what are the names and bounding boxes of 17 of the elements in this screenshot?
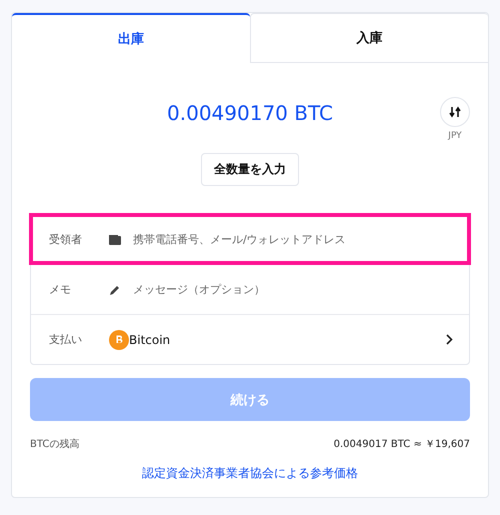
amount: 0.00490170 BTC [167, 101, 333, 125]
max-amount-button[interactable]: 全数量を入力 [201, 153, 299, 186]
balance-value: 0.0049017 BTC ≈ ￥19,607 [334, 438, 470, 451]
currency-label: JPY [448, 131, 462, 141]
bitcoin-icon [109, 330, 129, 350]
reference-price-link[interactable]: 認定資金決済事業者協会による参考価格 [142, 465, 358, 482]
pencil-icon [109, 284, 121, 296]
swap-icon [449, 106, 461, 118]
row-label: 受領者 [48, 232, 83, 247]
row-label: 支払い [48, 332, 83, 347]
balance-label: BTCの残高 [30, 438, 80, 451]
swap-button[interactable] [440, 97, 470, 127]
tab[interactable]: 入庫 [250, 13, 488, 63]
row-label: メモ [48, 282, 72, 297]
payment-select[interactable]: Bitcoin [129, 332, 469, 346]
wallet-icon [109, 234, 121, 244]
chevron-icon [446, 334, 453, 345]
